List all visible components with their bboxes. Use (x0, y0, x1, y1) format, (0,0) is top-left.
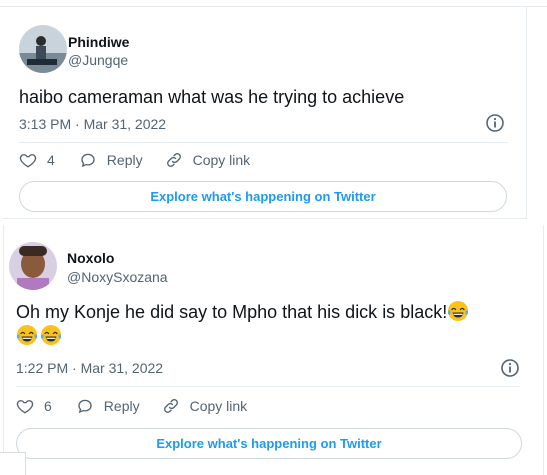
explore-twitter-button[interactable]: Explore what's happening on Twitter (19, 181, 507, 212)
tweet-actions: 6 Reply Copy link (16, 397, 269, 415)
copy-link-button[interactable]: Copy link (162, 397, 248, 415)
reply-icon (81, 153, 95, 168)
tweet-card: Noxolo @NoxySxozana Oh my Konje he did s… (3, 225, 544, 475)
reply-button[interactable]: Reply (79, 151, 143, 169)
tweet-timestamp[interactable]: 3:13 PM · Mar 31, 2022 (19, 116, 166, 132)
heart-icon (16, 400, 34, 414)
tweet-card: Phindiwe @Jungqe haibo cameraman what wa… (3, 7, 527, 219)
like-button[interactable]: 4 (19, 151, 55, 169)
like-button[interactable]: 6 (16, 397, 52, 415)
face-with-tears-of-joy-icon (16, 325, 38, 345)
copy-link-button[interactable]: Copy link (165, 151, 251, 169)
like-count: 6 (44, 398, 52, 414)
copy-link-label: Copy link (192, 152, 251, 168)
avatar[interactable] (9, 242, 57, 290)
tweet-text-content: Oh my Konje he did say to Mpho that his … (16, 302, 448, 322)
tweet-timestamp[interactable]: 1:22 PM · Mar 31, 2022 (16, 360, 163, 376)
face-with-tears-of-joy-icon (40, 325, 62, 345)
heart-icon (19, 154, 37, 168)
tweet-actions: 4 Reply Copy link (19, 151, 272, 169)
info-icon[interactable] (485, 113, 505, 133)
author-handle[interactable]: @NoxySxozana (67, 269, 168, 285)
divider (19, 142, 508, 143)
link-icon (166, 153, 181, 167)
reply-label: Reply (103, 398, 140, 414)
tweet-text: Oh my Konje he did say to Mpho that his … (16, 300, 536, 348)
avatar[interactable] (19, 25, 67, 73)
reply-icon (78, 399, 92, 414)
tweet-text: haibo cameraman what was he trying to ac… (19, 87, 405, 107)
reply-label: Reply (106, 152, 143, 168)
author-name[interactable]: Phindiwe (68, 34, 129, 50)
info-icon[interactable] (500, 358, 520, 378)
window-corner (0, 452, 26, 475)
copy-link-label: Copy link (189, 398, 248, 414)
reply-button[interactable]: Reply (76, 397, 140, 415)
author-name[interactable]: Noxolo (67, 250, 114, 266)
link-icon (163, 399, 178, 413)
divider (16, 386, 520, 387)
face-with-tears-of-joy-icon (448, 301, 469, 321)
explore-twitter-button[interactable]: Explore what's happening on Twitter (16, 428, 522, 459)
author-handle[interactable]: @Jungqe (68, 52, 128, 68)
like-count: 4 (47, 152, 55, 168)
